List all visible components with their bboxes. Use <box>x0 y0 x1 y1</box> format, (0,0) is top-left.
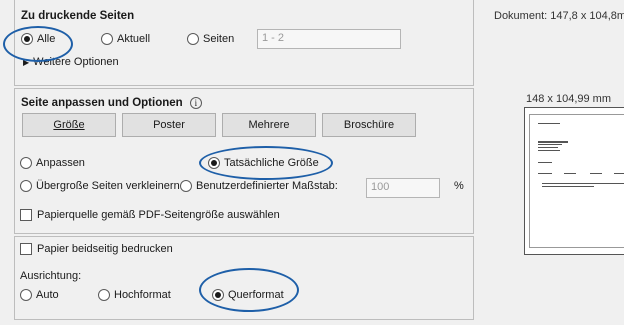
radio-actual-size-label: Tatsächliche Größe <box>224 157 319 169</box>
page-thumbnail <box>529 114 624 248</box>
radio-custom-scale-label: Benutzerdefinierter Maßstab: <box>196 180 338 192</box>
pages-group-title: Zu druckende Seiten <box>21 10 135 22</box>
radio-actual-size[interactable]: Tatsächliche Größe <box>208 157 319 169</box>
print-dialog: Zu druckende Seiten Alle Aktuell Seiten … <box>0 0 624 325</box>
paper-source-label: Papierquelle gemäß PDF-Seitengröße auswä… <box>37 209 280 221</box>
document-size-label: Dokument: 147,8 x 104,8m <box>494 10 624 22</box>
preview-frame <box>524 107 624 255</box>
fit-group-title: Seite anpassen und Optionen <box>21 97 183 109</box>
radio-portrait[interactable]: Hochformat <box>98 289 171 301</box>
orientation-label: Ausrichtung: <box>20 270 82 282</box>
radio-current[interactable]: Aktuell <box>101 33 150 45</box>
more-options-toggle[interactable]: ▶ Weitere Optionen <box>23 56 119 68</box>
radio-pages-dot[interactable] <box>187 33 199 45</box>
radio-landscape-label: Querformat <box>228 289 284 301</box>
paper-source-check[interactable] <box>20 209 32 221</box>
radio-custom-scale-dot[interactable] <box>180 180 192 192</box>
duplex-check[interactable] <box>20 243 32 255</box>
radio-actual-size-dot[interactable] <box>208 157 220 169</box>
radio-landscape-dot[interactable] <box>212 289 224 301</box>
radio-shrink-label: Übergroße Seiten verkleinern <box>36 180 180 192</box>
info-icon[interactable]: i <box>189 97 202 109</box>
radio-fit[interactable]: Anpassen <box>20 157 85 169</box>
radio-fit-dot[interactable] <box>20 157 32 169</box>
size-button-label: Größe <box>53 119 85 131</box>
duplex-checkbox[interactable]: Papier beidseitig bedrucken <box>20 243 173 255</box>
preview-pane: Dokument: 147,8 x 104,8m 148 x 104,99 mm <box>480 0 624 325</box>
preview-size-label: 148 x 104,99 mm <box>526 93 611 105</box>
radio-current-label: Aktuell <box>117 33 151 45</box>
fit-group-title-row: Seite anpassen und Optionen i <box>21 97 202 109</box>
radio-custom-scale[interactable]: Benutzerdefinierter Maßstab: <box>180 180 338 192</box>
radio-shrink-dot[interactable] <box>20 180 32 192</box>
radio-auto-label: Auto <box>36 289 59 301</box>
expand-arrow-icon: ▶ <box>23 57 30 67</box>
pages-to-print-group: Zu druckende Seiten Alle Aktuell Seiten … <box>14 0 474 86</box>
radio-auto[interactable]: Auto <box>20 289 59 301</box>
booklet-button[interactable]: Broschüre <box>322 113 416 137</box>
radio-all-dot[interactable] <box>21 33 33 45</box>
radio-all-label: Alle <box>37 33 56 45</box>
radio-pages[interactable]: Seiten <box>187 33 234 45</box>
poster-button[interactable]: Poster <box>122 113 216 137</box>
radio-current-dot[interactable] <box>101 33 113 45</box>
radio-landscape[interactable]: Querformat <box>212 289 284 301</box>
radio-auto-dot[interactable] <box>20 289 32 301</box>
radio-portrait-label: Hochformat <box>114 289 171 301</box>
pages-range-input[interactable]: 1 - 2 <box>257 29 401 49</box>
scale-input[interactable]: 100 <box>366 178 440 198</box>
size-button[interactable]: Größe <box>22 113 116 137</box>
radio-fit-label: Anpassen <box>36 157 85 169</box>
multiple-button[interactable]: Mehrere <box>222 113 316 137</box>
duplex-label: Papier beidseitig bedrucken <box>37 243 173 255</box>
radio-pages-label: Seiten <box>203 33 235 45</box>
radio-shrink[interactable]: Übergroße Seiten verkleinern <box>20 180 180 192</box>
radio-all[interactable]: Alle <box>21 33 55 45</box>
paper-source-checkbox[interactable]: Papierquelle gemäß PDF-Seitengröße auswä… <box>20 209 280 221</box>
radio-portrait-dot[interactable] <box>98 289 110 301</box>
scale-unit: % <box>454 180 464 192</box>
more-options-label: Weitere Optionen <box>33 56 119 68</box>
